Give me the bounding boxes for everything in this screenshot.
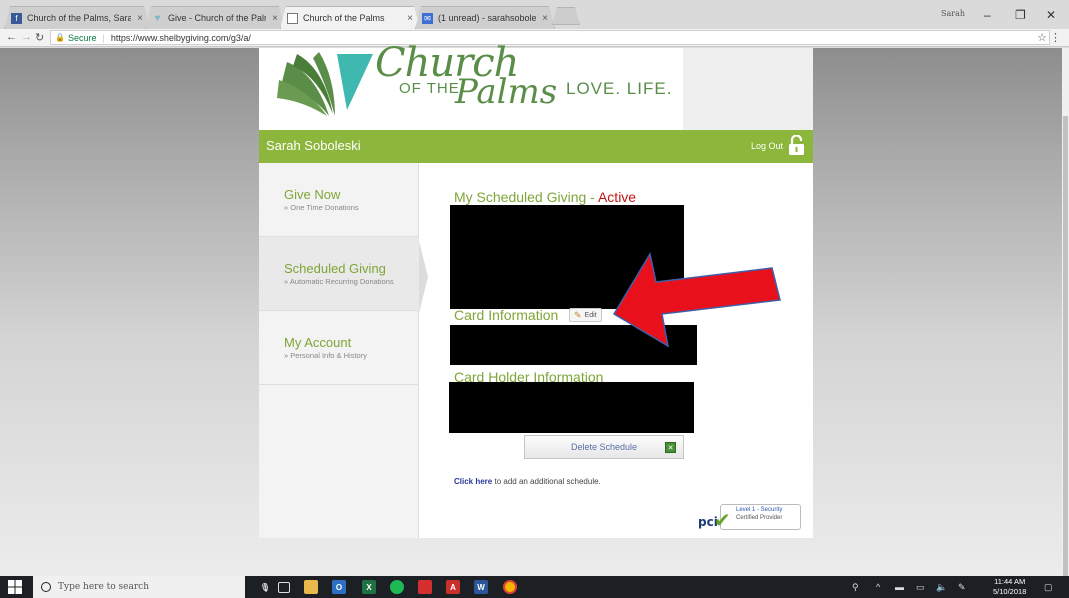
edit-label: Edit: [584, 311, 597, 319]
secure-label: Secure: [67, 32, 97, 43]
add-schedule-line: Click here to add an additional schedule…: [454, 477, 601, 486]
profile-name[interactable]: Sarah: [941, 9, 965, 18]
add-schedule-text: to add an additional schedule.: [492, 477, 601, 486]
scrollbar[interactable]: [1062, 48, 1069, 598]
notifications-icon[interactable]: ▢: [1044, 582, 1053, 593]
logo-palms-text: Palms: [455, 72, 558, 112]
photo-app-icon[interactable]: [418, 580, 432, 594]
task-view-icon[interactable]: [278, 582, 290, 593]
windows-taskbar: Type here to search 🎙 O X A W ⚲ ^ ▬ ▭ 🔈 …: [0, 576, 1069, 598]
outlook-icon[interactable]: O: [332, 580, 346, 594]
pci-badge: pci ✔ Level 1 - Security Certified Provi…: [696, 502, 801, 534]
network-icon[interactable]: ▭: [916, 582, 925, 593]
status-badge: Active: [597, 189, 637, 205]
tab-label: Church of the Palms: [303, 13, 385, 23]
close-icon[interactable]: ×: [407, 13, 413, 24]
acrobat-icon[interactable]: A: [446, 580, 460, 594]
edit-card-button[interactable]: ✎ Edit: [569, 308, 602, 322]
sidebar-item-title: My Account: [284, 335, 352, 350]
redacted-holder-details: [449, 382, 694, 433]
search-placeholder: Type here to search: [58, 582, 149, 592]
user-name: Sarah Soboleski: [266, 138, 361, 153]
people-icon[interactable]: ⚲: [852, 582, 859, 593]
facebook-icon: f: [11, 13, 22, 24]
tab-label: (1 unread) - sarahsobolev: [438, 13, 537, 23]
taskbar-clock[interactable]: 11:44 AM 5/10/2018: [993, 577, 1026, 597]
user-bar: Sarah Soboleski Log Out: [259, 130, 813, 163]
excel-icon[interactable]: X: [362, 580, 376, 594]
chrome-icon[interactable]: [503, 580, 517, 594]
new-tab-button[interactable]: [552, 7, 580, 25]
add-schedule-link[interactable]: Click here: [454, 477, 492, 486]
close-icon[interactable]: ×: [542, 13, 548, 24]
separator: |: [102, 32, 105, 43]
forward-icon[interactable]: →: [21, 31, 32, 43]
windows-start-icon[interactable]: [8, 580, 22, 594]
sidebar-item-subtitle: » Automatic Recurring Donations: [284, 277, 394, 286]
logo-banner: Church OF THE Palms LOVE. LIFE.: [259, 40, 813, 130]
close-icon[interactable]: ×: [137, 13, 143, 24]
tab-facebook[interactable]: f Church of the Palms, Sara ×: [4, 6, 150, 29]
unlock-icon[interactable]: [788, 135, 805, 155]
delete-x-icon: ✕: [665, 442, 676, 453]
card-information-heading: Card Information: [454, 307, 559, 323]
taskbar-search-box[interactable]: Type here to search: [33, 576, 245, 598]
battery-icon[interactable]: ▬: [895, 582, 904, 592]
tab-church-of-the-palms[interactable]: Church of the Palms ×: [280, 6, 420, 29]
pen-icon[interactable]: ✎: [958, 582, 966, 593]
tray-chevron-icon[interactable]: ^: [876, 582, 880, 592]
sidebar-item-subtitle: » Personal Info & History: [284, 351, 367, 360]
sidebar-item-title: Give Now: [284, 187, 341, 202]
logout-link[interactable]: Log Out: [751, 141, 783, 151]
title-text: My Scheduled Giving -: [454, 189, 598, 205]
sidebar-item-scheduled-giving[interactable]: Scheduled Giving » Automatic Recurring D…: [259, 237, 419, 311]
tab-give[interactable]: ♥ Give - Church of the Palm ×: [145, 6, 285, 29]
menu-icon[interactable]: ⋮: [1050, 31, 1061, 44]
annotation-arrow-icon: [612, 251, 781, 348]
page-title: My Scheduled Giving - Active: [454, 189, 636, 205]
checkmark-icon: ✔: [714, 510, 731, 532]
sidebar-item-my-account[interactable]: My Account » Personal Info & History: [259, 311, 419, 385]
browser-tab-strip: f Church of the Palms, Sara × ♥ Give - C…: [0, 0, 1069, 29]
browser-toolbar: ← → ↻ 🔒 Secure | https://www.shelbygivin…: [0, 29, 1069, 47]
microphone-icon[interactable]: 🎙: [258, 580, 272, 594]
cortana-icon: [41, 582, 51, 592]
mail-icon: ✉: [422, 13, 433, 24]
page-icon: [287, 13, 298, 24]
logo-of-the-text: OF THE: [399, 80, 460, 97]
url-text: https://www.shelbygiving.com/g3/a/: [110, 32, 251, 43]
tab-mail[interactable]: ✉ (1 unread) - sarahsobolev ×: [415, 6, 555, 29]
sidebar: Give Now » One Time Donations Scheduled …: [259, 163, 419, 538]
scrollbar-thumb[interactable]: [1063, 116, 1068, 598]
address-bar[interactable]: 🔒 Secure | https://www.shelbygiving.com/…: [50, 30, 1050, 45]
restore-icon[interactable]: ❐: [1015, 8, 1026, 22]
close-icon[interactable]: ×: [272, 13, 278, 24]
spotify-icon[interactable]: [390, 580, 404, 594]
palm-leaf-logo-icon: [277, 52, 373, 116]
file-explorer-icon[interactable]: [304, 580, 318, 594]
clock-date: 5/10/2018: [993, 587, 1027, 596]
delete-label: Delete Schedule: [570, 442, 638, 452]
reload-icon[interactable]: ↻: [35, 31, 44, 44]
tab-label: Church of the Palms, Sara: [27, 13, 132, 23]
word-icon[interactable]: W: [474, 580, 488, 594]
lock-icon: 🔒: [55, 33, 65, 42]
clock-time: 11:44 AM: [994, 577, 1026, 586]
delete-schedule-button[interactable]: Delete Schedule ✕: [524, 435, 684, 459]
pci-level-text: Level 1 - Security: [736, 507, 783, 513]
pci-certified-text: Certified Provider: [736, 515, 783, 521]
pencil-icon: ✎: [574, 309, 582, 320]
heart-icon: ♥: [154, 12, 161, 24]
back-icon[interactable]: ←: [6, 31, 17, 43]
sidebar-item-give-now[interactable]: Give Now » One Time Donations: [259, 163, 419, 237]
sidebar-item-subtitle: » One Time Donations: [284, 203, 359, 212]
minimize-icon[interactable]: –: [984, 8, 991, 22]
bookmark-star-icon[interactable]: ☆: [1037, 31, 1047, 44]
volume-icon[interactable]: 🔈: [936, 582, 947, 593]
tab-label: Give - Church of the Palm: [168, 13, 267, 23]
window-close-icon[interactable]: ✕: [1046, 8, 1056, 22]
sidebar-item-title: Scheduled Giving: [284, 261, 386, 276]
logo-side-panel: [683, 48, 813, 130]
logo-tagline: LOVE. LIFE.: [566, 79, 673, 98]
